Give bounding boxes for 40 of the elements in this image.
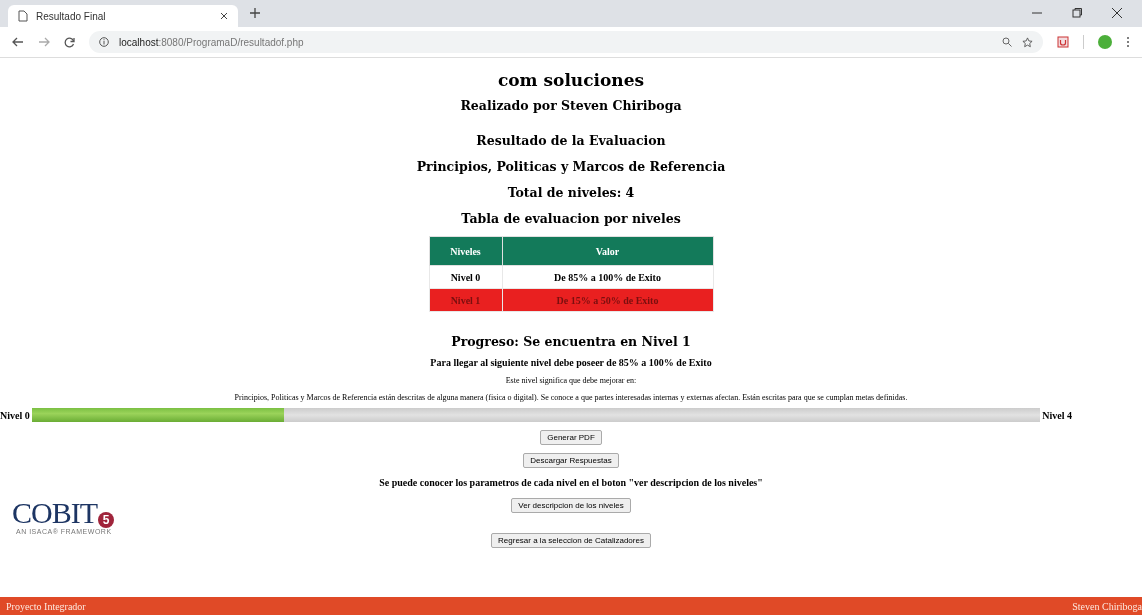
table-cell: De 85% a 100% de Exito xyxy=(502,265,713,289)
start-label: Nivel 0 xyxy=(0,409,30,421)
section-heading: Tabla de evaluacion por niveles xyxy=(461,211,681,226)
close-icon[interactable] xyxy=(220,12,228,20)
address-field[interactable]: localhost:8080/ProgramaD/resultadof.php xyxy=(89,31,1043,53)
footer-text: Steven Chiriboga xyxy=(1072,600,1142,612)
next-level-text: Para llegar al siguiente nivel debe poseer de 85% a 100% de Exito xyxy=(430,357,712,368)
new-tab-icon[interactable] xyxy=(250,8,260,18)
action-button[interactable]: Regresar a la seleccion de Catalizadores xyxy=(491,533,651,548)
footer-text: Proyecto Integrador xyxy=(6,600,86,612)
menu-icon[interactable] xyxy=(1126,36,1130,48)
section-heading: Principios, Politicas y Marcos de Referencia xyxy=(416,159,726,174)
description-text: Principios, Politicas y Marcos de Referencia están descritas de alguna manera (fisica o digital). Se conoce a que partes interesadas internas y externas afectan. Están escritas para que se cumplan metas definidas. xyxy=(234,393,908,402)
hint-text: Se puede conocer los parametros de cada nivel en el boton "ver descripcion de los niveles" xyxy=(379,477,763,488)
reload-icon[interactable] xyxy=(64,36,75,48)
column-header: Valor xyxy=(502,236,713,266)
zoom-icon[interactable] xyxy=(1002,37,1012,47)
section-heading: Total de niveles: 4 xyxy=(507,185,635,200)
meaning-text: Este nivel significa que debe mejorar en: xyxy=(505,376,637,385)
column-header: Niveles xyxy=(429,236,502,266)
close-icon[interactable] xyxy=(1112,8,1122,18)
action-button[interactable]: Ver descripcion de los niveles xyxy=(511,498,631,513)
author-text: Realizado por Steven Chiriboga xyxy=(460,98,682,113)
table-cell: De 15% a 50% de Exito xyxy=(502,288,713,312)
action-button[interactable]: Descargar Respuestas xyxy=(523,453,619,468)
avatar-icon[interactable] xyxy=(1098,35,1112,49)
restore-icon[interactable] xyxy=(1072,8,1082,18)
info-icon xyxy=(99,37,109,47)
star-icon[interactable] xyxy=(1022,36,1033,48)
back-icon[interactable] xyxy=(12,37,24,47)
end-label: Nivel 4 xyxy=(1042,409,1072,421)
table-cell: Nivel 0 xyxy=(429,265,502,289)
progress-heading: Progreso: Se encuentra en Nivel 1 xyxy=(451,334,691,349)
action-button[interactable]: Generar PDF xyxy=(540,430,602,445)
browser-tab[interactable]: Resultado Final xyxy=(8,5,238,27)
extension-icon[interactable] xyxy=(1057,36,1069,48)
table-cell: Nivel 1 xyxy=(429,288,502,312)
section-heading: Resultado de la Evaluacion xyxy=(476,133,666,148)
page-icon xyxy=(18,10,28,22)
page-title: com soluciones xyxy=(497,70,645,90)
